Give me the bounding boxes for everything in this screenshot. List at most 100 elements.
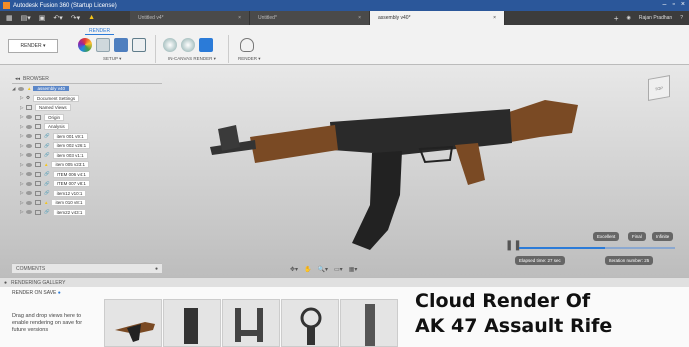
tree-item-label: Analysis [44,123,69,131]
close-icon[interactable]: × [493,15,496,21]
gallery-toggle-icon[interactable]: ● [4,280,7,286]
visibility-icon[interactable] [26,200,32,205]
close-icon[interactable]: × [681,1,685,8]
decal-icon[interactable] [132,38,146,52]
tab-assembly-v40[interactable]: assembly v40* × [370,11,505,25]
tree-item[interactable]: ▷ 🔗 item 001 v9:1 [12,132,162,142]
tree-item[interactable]: ▷ Origin [12,113,162,123]
tree-item[interactable]: ▷ 🔗 ITEM 006 v4:1 [12,170,162,180]
tab-untitled[interactable]: Untitled* × [250,11,370,25]
warning-icon[interactable]: ▲ [88,14,95,22]
scene-settings-icon[interactable] [96,38,110,52]
help-icon[interactable]: ? [680,15,683,21]
quality-infinite-button[interactable]: Infinite [652,232,674,241]
workspace-dropdown[interactable]: RENDER ▾ [8,39,58,53]
close-icon[interactable]: × [358,15,361,21]
link-icon: 🔗 [44,209,50,215]
grid-menu-icon[interactable]: ▦ [6,14,13,22]
tree-item-label: ITEM 007 v8:1 [52,180,90,188]
grid-settings-icon[interactable]: ▦▾ [349,266,358,273]
quick-access: ▦ ▤▾ ▣ ↶▾ ↷▾ ▲ [0,14,130,22]
appearance-icon[interactable] [78,38,92,52]
gallery-thumbnail[interactable] [340,299,398,347]
pan-icon[interactable]: ✋ [304,266,311,273]
orbit-icon[interactable]: ✥▾ [290,266,298,273]
render-group-label[interactable]: RENDER ▾ [238,56,261,62]
new-tab-icon[interactable]: + [614,14,619,23]
tree-root[interactable]: ◢ ▲ assembly v40 [12,84,162,94]
texture-map-icon[interactable] [114,38,128,52]
component-icon [35,209,41,215]
quality-final-button[interactable]: Final [628,232,646,241]
in-canvas-render-icon[interactable] [163,38,177,52]
visibility-icon[interactable] [26,162,32,167]
tree-item[interactable]: ▷ Analysis [12,122,162,132]
undo-icon[interactable]: ↶▾ [53,14,62,22]
gallery-thumbnail[interactable] [281,299,339,347]
redo-icon[interactable]: ↷▾ [71,14,80,22]
link-icon: 🔗 [44,171,50,177]
tree-item-label: Origin [44,113,65,121]
visibility-icon[interactable] [26,124,32,129]
tree-item[interactable]: ▷ ▲ item 010 v8:1 [12,198,162,208]
pause-icon[interactable]: ❚❚ [505,240,522,251]
tree-item[interactable]: ▷ ▲ item 005 v23:1 [12,160,162,170]
component-icon [35,181,41,187]
tree-item[interactable]: ▷ 🔗 item 002 v26:1 [12,141,162,151]
root-component-label: assembly v40 [33,86,69,92]
rendering-gallery-header[interactable]: ● RENDERING GALLERY [0,277,689,287]
tab-label: Untitled v4* [138,15,164,21]
render-teapot-icon[interactable] [240,38,254,52]
viewcube-icon[interactable]: TOP [648,75,670,101]
tree-item[interactable]: ▷ 🔗 item12 v10:1 [12,189,162,199]
tree-item[interactable]: ▷ 🔗 item 003 v1:1 [12,151,162,161]
tab-untitled-v4[interactable]: Untitled v4* × [130,11,250,25]
tree-item[interactable]: ▷ 🔗 item22 v43:1 [12,208,162,218]
tree-item[interactable]: ▷ 🔗 ITEM 007 v8:1 [12,179,162,189]
visibility-icon[interactable] [26,134,32,139]
tree-item-label: Document Settings [33,94,80,102]
save-icon[interactable]: ▣ [39,14,46,22]
visibility-icon[interactable] [18,86,24,91]
tree-item[interactable]: ▷ ⚙ Document Settings [12,94,162,104]
browser-header[interactable]: ◂◂ BROWSER [12,75,162,84]
close-icon[interactable]: × [238,15,241,21]
link-icon: 🔗 [44,190,50,196]
collapse-icon[interactable]: ◂◂ [15,76,20,82]
visibility-icon[interactable] [26,153,32,158]
visibility-icon[interactable] [26,172,32,177]
maximize-icon[interactable]: ▫ [672,1,674,8]
display-settings-icon[interactable]: ▭▾ [334,266,343,273]
visibility-icon[interactable] [26,115,32,120]
info-icon[interactable]: ● [58,290,61,296]
render-toolbar: RENDER ▾ RENDER SETUP ▾ IN-CANVAS RENDER… [0,25,689,65]
quality-excellent-button[interactable]: Excellent [593,232,620,241]
comments-panel[interactable]: COMMENTS ● [12,263,162,273]
visibility-icon[interactable] [26,210,32,215]
render-settings-icon[interactable] [181,38,195,52]
setup-group-label[interactable]: SETUP ▾ [103,56,121,62]
visibility-icon[interactable] [26,143,32,148]
gallery-thumbnail[interactable] [104,299,162,347]
tab-render[interactable]: RENDER [85,28,115,35]
visibility-icon[interactable] [26,181,32,186]
component-icon [35,190,41,196]
gallery-thumbnail[interactable] [222,299,280,347]
folder-icon [35,114,41,120]
gear-icon: ⚙ [26,95,31,101]
in-canvas-render-group-label[interactable]: IN-CANVAS RENDER ▾ [168,56,216,62]
file-icon[interactable]: ▤▾ [21,14,31,22]
zoom-icon[interactable]: 🔍▾ [318,266,328,273]
toggle-icon[interactable]: ● [155,266,158,272]
title-bar: Autodesk Fusion 360 (Startup License) – … [0,0,689,11]
part-thumbnail-image [184,308,198,344]
job-status-icon[interactable]: ◉ [626,15,630,21]
canvas-viewport[interactable]: ◂◂ BROWSER ◢ ▲ assembly v40 ▷ ⚙ Document S… [0,65,689,277]
minimize-icon[interactable]: – [663,1,667,8]
capture-image-icon[interactable] [199,38,213,52]
user-name[interactable]: Rajan Pradhan [639,15,672,21]
gallery-thumbnail[interactable] [163,299,221,347]
component-icon [35,152,41,158]
tree-item[interactable]: ▷ Named Views [12,103,162,113]
visibility-icon[interactable] [26,191,32,196]
